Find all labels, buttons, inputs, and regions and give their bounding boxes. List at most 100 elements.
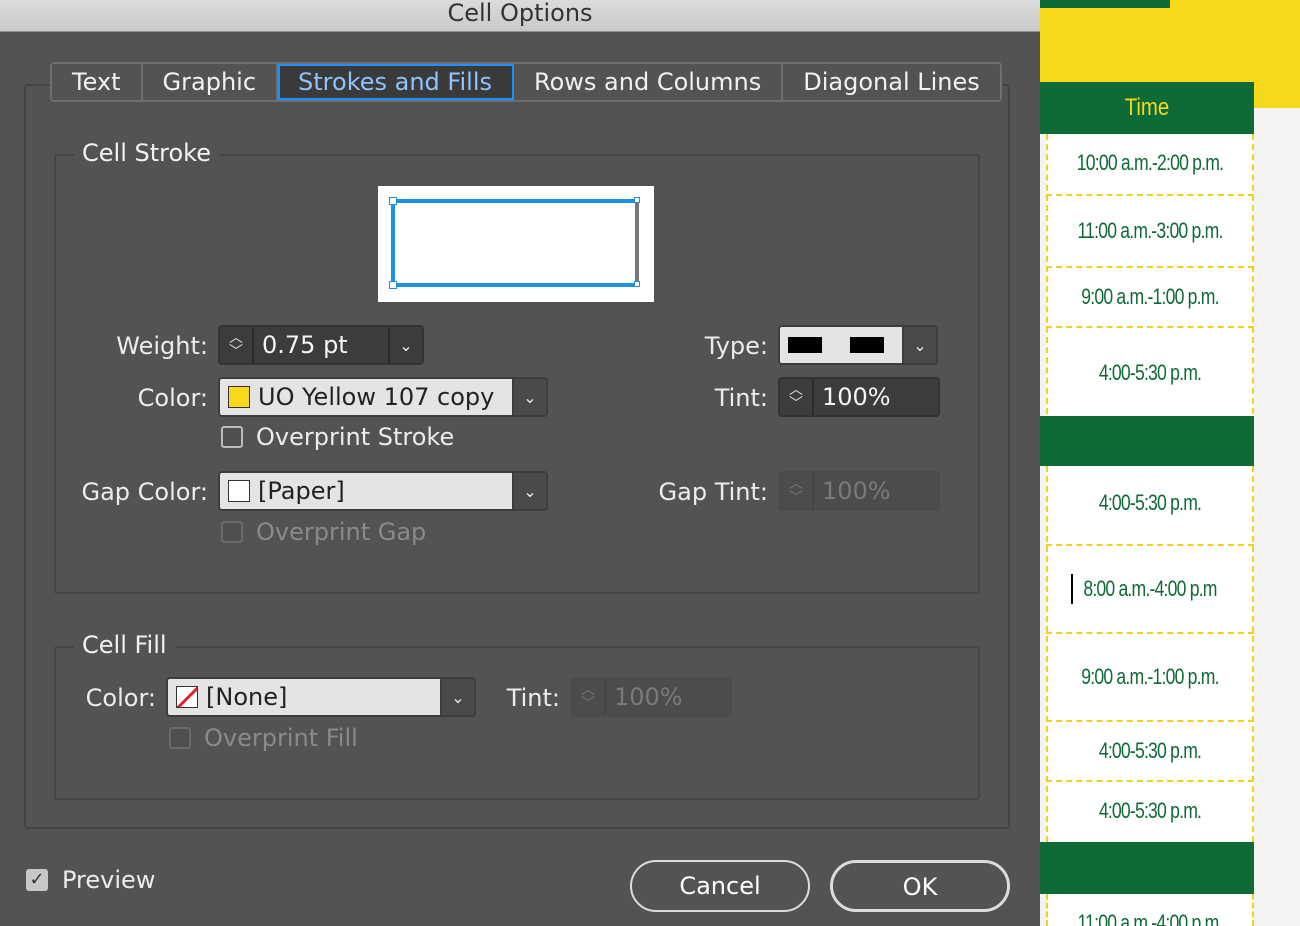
- weight-field[interactable]: ︿ ﹀ 0.75 pt ⌄: [218, 325, 424, 365]
- time-cell[interactable]: 4:00-5:30 p.m.: [1067, 360, 1233, 386]
- time-cell[interactable]: 4:00-5:30 p.m.: [1067, 798, 1233, 824]
- preview-checkbox[interactable]: ✓: [26, 869, 48, 891]
- time-cell[interactable]: 11:00 a.m.-3:00 p.m.: [1067, 218, 1233, 244]
- gap-color-value: [Paper]: [258, 477, 345, 505]
- chevron-up-icon: ︿: [789, 476, 803, 492]
- solid-line-icon: [788, 337, 822, 353]
- paper-swatch-icon: [228, 480, 250, 502]
- overprint-fill-label: Overprint Fill: [204, 724, 358, 752]
- gap-tint-stepper: ︿ ﹀: [780, 473, 814, 509]
- window-title-bar: Cell Options: [0, 0, 1040, 32]
- fill-tint-value: 100%: [614, 683, 683, 711]
- chevron-down-icon: ⌄: [523, 481, 537, 501]
- tab-graphic[interactable]: Graphic: [143, 64, 279, 100]
- time-cell[interactable]: 10:00 a.m.-2:00 p.m.: [1067, 150, 1233, 176]
- time-cell[interactable]: 4:00-5:30 p.m.: [1067, 490, 1233, 516]
- chevron-up-icon: ︿: [581, 682, 595, 698]
- gap-tint-field: ︿ ﹀ 100%: [778, 471, 940, 511]
- tab-bar: Text Graphic Strokes and Fills Rows and …: [50, 62, 1002, 102]
- proxy-handle: [634, 197, 640, 203]
- tab-strokes-and-fills[interactable]: Strokes and Fills: [278, 64, 514, 100]
- stroke-color-value: UO Yellow 107 copy: [258, 383, 495, 411]
- row-divider: [1046, 780, 1254, 782]
- cell-border-left: [1046, 134, 1048, 414]
- time-cell[interactable]: 9:00 a.m.-1:00 p.m.: [1067, 664, 1233, 690]
- chevron-down-icon: ﹀: [581, 696, 595, 712]
- tint-stepper[interactable]: ︿ ﹀: [780, 379, 814, 415]
- row-divider: [1046, 720, 1254, 722]
- chevron-down-icon: ⌄: [523, 387, 537, 407]
- weight-stepper[interactable]: ︿ ﹀: [220, 327, 254, 363]
- time-cell[interactable]: 9:00 a.m.-1:00 p.m.: [1067, 284, 1233, 310]
- cancel-button[interactable]: Cancel: [630, 860, 810, 912]
- time-cell[interactable]: 8:00 a.m.-4:00 p.m: [1067, 576, 1233, 602]
- stroke-color-select[interactable]: UO Yellow 107 copy ⌄: [218, 377, 548, 417]
- overprint-gap-checkbox: [221, 521, 243, 543]
- stroke-type-select[interactable]: ⌄: [778, 325, 938, 365]
- fill-color-value: [None]: [206, 683, 288, 711]
- chevron-down-icon: ⌄: [913, 335, 927, 355]
- tab-rows-and-columns[interactable]: Rows and Columns: [514, 64, 784, 100]
- stroke-proxy-preview[interactable]: [378, 186, 654, 302]
- tint-label: Tint:: [714, 384, 768, 412]
- cell-border-right: [1252, 894, 1254, 926]
- cell-border-left: [1046, 466, 1048, 842]
- chevron-up-icon[interactable]: ︿: [789, 383, 803, 397]
- tint-field[interactable]: ︿ ﹀ 100%: [778, 377, 940, 417]
- chevron-up-icon[interactable]: ︿: [229, 331, 243, 345]
- fill-tint-field: ︿ ﹀ 100%: [570, 677, 732, 717]
- weight-value[interactable]: 0.75 pt: [254, 331, 388, 359]
- window-title: Cell Options: [447, 0, 593, 27]
- tint-value[interactable]: 100%: [814, 383, 938, 411]
- cell-border-left: [1046, 894, 1048, 926]
- fill-tint-stepper: ︿ ﹀: [572, 679, 606, 715]
- proxy-handle: [634, 281, 640, 287]
- chevron-down-icon: ⌄: [451, 687, 465, 707]
- gap-color-label: Gap Color:: [81, 478, 209, 506]
- chevron-down-icon: ﹀: [789, 490, 803, 506]
- row-divider: [1046, 326, 1254, 328]
- time-header-cell[interactable]: Time: [1040, 82, 1254, 134]
- section-header-row: [1040, 416, 1254, 466]
- color-swatch-icon: [228, 386, 250, 408]
- checkmark-icon: ✓: [29, 869, 45, 890]
- gap-tint-label: Gap Tint:: [658, 478, 768, 506]
- overprint-stroke-checkbox[interactable]: [221, 426, 243, 448]
- gap-color-dropdown-button[interactable]: ⌄: [512, 473, 546, 509]
- proxy-handle: [389, 197, 397, 205]
- stroke-color-dropdown-button[interactable]: ⌄: [512, 379, 546, 415]
- proxy-cell-border: [391, 199, 639, 287]
- none-swatch-icon: [176, 686, 198, 708]
- proxy-handle: [389, 281, 397, 289]
- cell-border-right: [1252, 134, 1254, 414]
- time-cell[interactable]: 4:00-5:30 p.m.: [1067, 738, 1233, 764]
- gap-color-select[interactable]: [Paper] ⌄: [218, 471, 548, 511]
- stroke-color-label: Color:: [137, 384, 208, 412]
- ok-button[interactable]: OK: [830, 860, 1010, 912]
- type-label: Type:: [704, 332, 768, 360]
- type-dropdown-button[interactable]: ⌄: [902, 327, 936, 363]
- weight-label: Weight:: [116, 332, 208, 360]
- preview-label: Preview: [62, 866, 156, 894]
- banner-heading-fragment: [1040, 0, 1170, 8]
- text-cursor: [1071, 574, 1073, 604]
- section-header-row: [1040, 842, 1254, 894]
- cell-fill-label: Cell Fill: [74, 631, 175, 659]
- gap-tint-value: 100%: [822, 477, 891, 505]
- tab-text[interactable]: Text: [52, 64, 143, 100]
- row-divider: [1046, 544, 1254, 546]
- fill-color-dropdown-button[interactable]: ⌄: [440, 679, 474, 715]
- document-canvas: Time 10:00 a.m.-2:00 p.m. 11:00 a.m.-3:0…: [1040, 0, 1300, 926]
- fill-color-select[interactable]: [None] ⌄: [166, 677, 476, 717]
- time-header-text: Time: [1124, 94, 1170, 121]
- time-cell[interactable]: 11:00 a.m.-4:00 p.m.: [1067, 910, 1233, 926]
- weight-dropdown-button[interactable]: ⌄: [388, 327, 422, 363]
- chevron-down-icon[interactable]: ﹀: [229, 345, 243, 359]
- chevron-down-icon[interactable]: ﹀: [789, 397, 803, 411]
- tab-diagonal-lines[interactable]: Diagonal Lines: [783, 64, 1000, 100]
- cell-fill-group: [54, 646, 980, 800]
- overprint-fill-checkbox: [169, 727, 191, 749]
- row-divider: [1046, 632, 1254, 634]
- cell-border-right: [1252, 466, 1254, 842]
- row-divider: [1046, 266, 1254, 268]
